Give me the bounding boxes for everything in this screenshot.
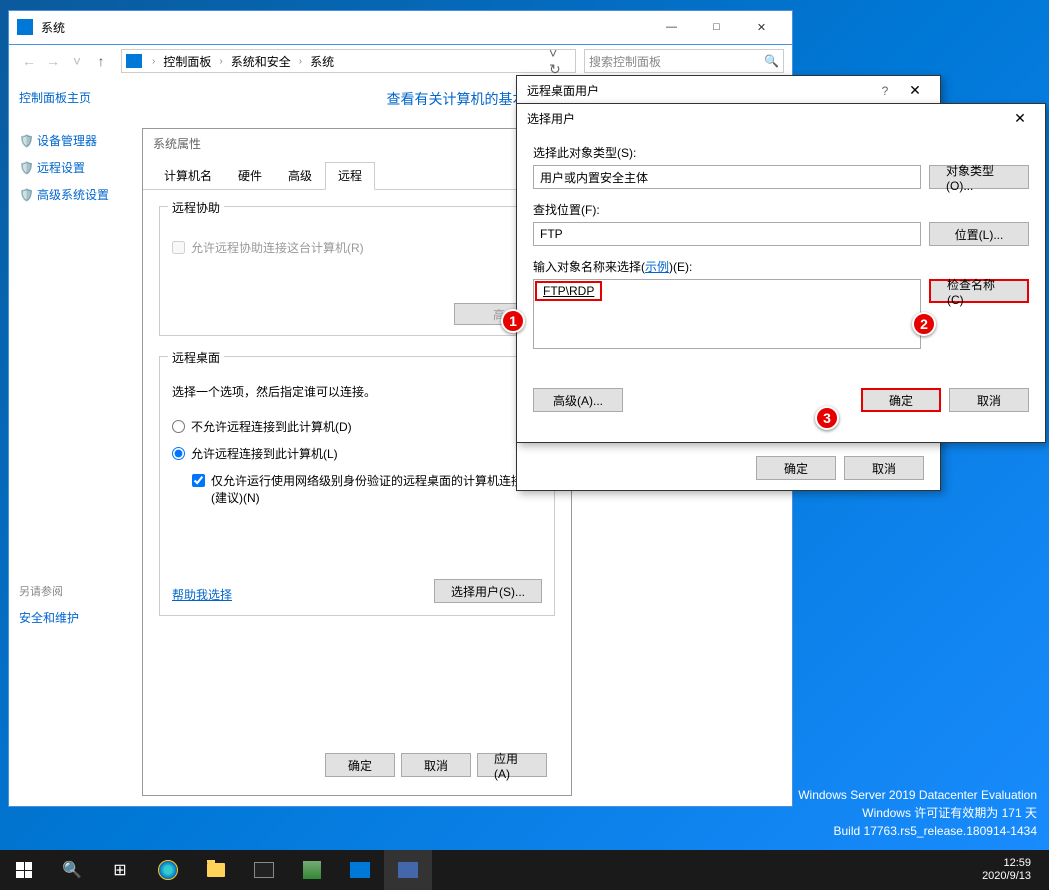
- radio-deny-remote[interactable]: [172, 420, 185, 433]
- windows-icon: [16, 862, 32, 878]
- location-label: 查找位置(F):: [533, 201, 1029, 218]
- shield-icon: 🛡️: [19, 188, 33, 202]
- search-icon[interactable]: 🔍: [48, 850, 96, 890]
- tab-hardware[interactable]: 硬件: [225, 162, 275, 189]
- instruction-text: 选择一个选项，然后指定谁可以连接。: [172, 383, 542, 400]
- forward-button[interactable]: →: [43, 51, 63, 71]
- start-button[interactable]: [0, 850, 48, 890]
- object-type-field: 用户或内置安全主体: [533, 165, 921, 189]
- remote-desktop-group: 远程桌面 选择一个选项，然后指定谁可以连接。 不允许远程连接到此计算机(D) 允…: [159, 356, 555, 616]
- system-properties-dialog: 系统属性 计算机名 硬件 高级 远程 远程协助 允许远程协助连接这台计算机(R)…: [142, 128, 572, 796]
- cancel-button[interactable]: 取消: [844, 456, 924, 480]
- chevron-right-icon: ›: [148, 56, 159, 67]
- sidebar: 控制面板主页 🛡️ 设备管理器 🛡️ 远程设置 🛡️ 高级系统设置 另请参阅 安…: [9, 77, 149, 806]
- shield-icon: 🛡️: [19, 161, 33, 175]
- allow-remote-assist-checkbox: [172, 241, 185, 254]
- dialog-title: 系统属性: [143, 129, 571, 158]
- cancel-button[interactable]: 取消: [401, 753, 471, 777]
- system-window: 系统 — □ ✕: [8, 10, 793, 45]
- window-title: 系统: [41, 19, 649, 36]
- crumb-2[interactable]: 系统: [306, 53, 338, 70]
- maximize-button[interactable]: □: [694, 11, 739, 43]
- marker-1: 1: [501, 309, 525, 333]
- tabs: 计算机名 硬件 高级 远程: [143, 162, 571, 190]
- checkbox-label: 允许远程协助连接这台计算机(R): [191, 239, 364, 256]
- check-names-button[interactable]: 检查名称(C): [929, 279, 1029, 303]
- sidebar-security-maintenance[interactable]: 安全和维护: [19, 609, 139, 626]
- explorer-icon[interactable]: [192, 850, 240, 890]
- back-button[interactable]: ←: [19, 51, 39, 71]
- ok-button[interactable]: 确定: [861, 388, 941, 412]
- system-icon: [17, 19, 33, 35]
- tab-remote[interactable]: 远程: [325, 162, 375, 190]
- server-manager-icon[interactable]: [288, 850, 336, 890]
- help-link[interactable]: 帮助我选择: [172, 586, 232, 603]
- settings-icon[interactable]: [336, 850, 384, 890]
- ok-button[interactable]: 确定: [756, 456, 836, 480]
- app-icon[interactable]: [384, 850, 432, 890]
- dialog-title: 选择用户: [527, 110, 1005, 127]
- close-button[interactable]: ✕: [900, 82, 930, 99]
- see-also-label: 另请参阅: [19, 583, 139, 599]
- crumb-1[interactable]: 系统和安全: [227, 53, 295, 70]
- shield-icon: 🛡️: [19, 134, 33, 148]
- group-title: 远程桌面: [168, 349, 224, 366]
- nav-bar: ← → ˅ ↑ › 控制面板 › 系统和安全 › 系统 ˅ ↻ 搜索控制面板 🔍: [8, 45, 793, 77]
- tab-advanced[interactable]: 高级: [275, 162, 325, 189]
- nla-checkbox[interactable]: [192, 474, 205, 487]
- radio-label: 不允许远程连接到此计算机(D): [191, 418, 352, 435]
- marker-2: 2: [912, 312, 936, 336]
- examples-link[interactable]: 示例: [645, 260, 669, 274]
- object-type-label: 选择此对象类型(S):: [533, 144, 1029, 161]
- refresh-button[interactable]: ˅ ↻: [549, 51, 569, 71]
- apply-button[interactable]: 应用(A): [477, 753, 547, 777]
- chevron-right-icon: ›: [215, 56, 226, 67]
- search-icon: 🔍: [764, 54, 779, 68]
- dialog-title: 远程桌面用户: [527, 82, 870, 99]
- ie-icon[interactable]: [144, 850, 192, 890]
- breadcrumb[interactable]: › 控制面板 › 系统和安全 › 系统 ˅ ↻: [121, 49, 576, 73]
- close-button[interactable]: ✕: [739, 11, 784, 43]
- help-button[interactable]: ?: [870, 84, 900, 98]
- entered-name: FTP\RDP: [535, 281, 602, 301]
- minimize-button[interactable]: —: [649, 11, 694, 43]
- sidebar-remote-settings[interactable]: 🛡️ 远程设置: [19, 159, 139, 176]
- group-title: 远程协助: [168, 199, 224, 216]
- location-field: FTP: [533, 222, 921, 246]
- monitor-icon: [126, 54, 142, 68]
- select-users-dialog: 选择用户 ✕ 选择此对象类型(S): 用户或内置安全主体 对象类型(O)... …: [516, 103, 1046, 443]
- locations-button[interactable]: 位置(L)...: [929, 222, 1029, 246]
- sidebar-advanced-settings[interactable]: 🛡️ 高级系统设置: [19, 186, 139, 203]
- clock[interactable]: 12:59 2020/9/13: [972, 857, 1041, 883]
- cancel-button[interactable]: 取消: [949, 388, 1029, 412]
- dropdown-history[interactable]: ˅: [67, 51, 87, 71]
- desktop-watermark: Windows Server 2019 Datacenter Evaluatio…: [798, 786, 1037, 840]
- tab-computer-name[interactable]: 计算机名: [151, 162, 225, 189]
- radio-allow-remote[interactable]: [172, 447, 185, 460]
- marker-3: 3: [815, 406, 839, 430]
- select-users-button[interactable]: 选择用户(S)...: [434, 579, 542, 603]
- advanced-button[interactable]: 高级(A)...: [533, 388, 623, 412]
- close-button[interactable]: ✕: [1005, 110, 1035, 127]
- ok-button[interactable]: 确定: [325, 753, 395, 777]
- search-placeholder: 搜索控制面板: [589, 53, 661, 70]
- up-button[interactable]: ↑: [91, 51, 111, 71]
- task-view-button[interactable]: ⊞: [96, 850, 144, 890]
- search-input[interactable]: 搜索控制面板 🔍: [584, 49, 784, 73]
- radio-label: 允许远程连接到此计算机(L): [191, 445, 338, 462]
- sidebar-device-manager[interactable]: 🛡️ 设备管理器: [19, 132, 139, 149]
- remote-assist-group: 远程协助 允许远程协助连接这台计算机(R) 高: [159, 206, 555, 336]
- chevron-right-icon: ›: [295, 56, 306, 67]
- system-tray: 12:59 2020/9/13: [972, 857, 1049, 883]
- checkbox-label: 仅允许运行使用网络级别身份验证的远程桌面的计算机连接(建议)(N): [211, 472, 531, 506]
- cmd-icon[interactable]: [240, 850, 288, 890]
- sidebar-home[interactable]: 控制面板主页: [19, 89, 139, 106]
- object-types-button[interactable]: 对象类型(O)...: [929, 165, 1029, 189]
- titlebar: 系统 — □ ✕: [9, 11, 792, 43]
- crumb-0[interactable]: 控制面板: [159, 53, 215, 70]
- object-names-label: 输入对象名称来选择(示例)(E):: [533, 258, 1029, 275]
- taskbar: 🔍 ⊞ 12:59 2020/9/13: [0, 850, 1049, 890]
